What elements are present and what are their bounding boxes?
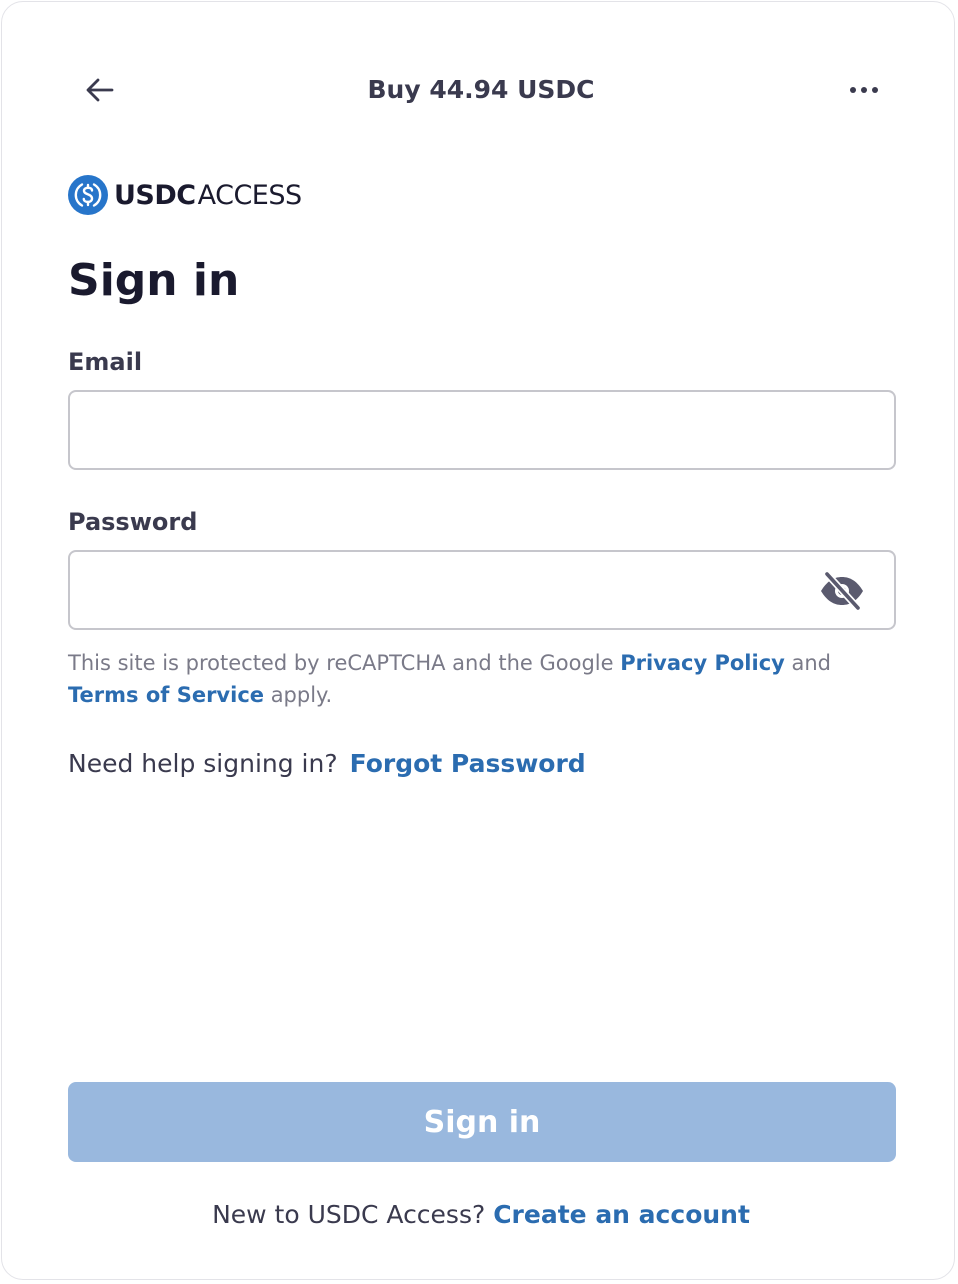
more-options-button[interactable] <box>842 74 886 106</box>
help-text: Need help signing in? <box>68 749 338 778</box>
header-title: Buy 44.94 USDC <box>367 75 595 104</box>
page-title: Sign in <box>68 255 240 306</box>
forgot-password-link[interactable]: Forgot Password <box>350 749 586 778</box>
footer-text: New to USDC Access? <box>212 1200 494 1229</box>
recaptcha-notice: This site is protected by reCAPTCHA and … <box>68 647 888 711</box>
help-row: Need help signing in? Forgot Password <box>68 746 586 782</box>
logo-wordmark: USDCACCESS <box>114 180 302 211</box>
email-field[interactable] <box>68 390 896 470</box>
recaptcha-middle: and <box>784 651 832 675</box>
logo-text-access: ACCESS <box>197 179 303 211</box>
password-field[interactable] <box>68 550 896 630</box>
usdc-coin-icon <box>68 175 108 215</box>
logo-text-usdc: USDC <box>114 179 196 211</box>
recaptcha-prefix: This site is protected by reCAPTCHA and … <box>68 651 621 675</box>
usdc-access-logo: USDCACCESS <box>68 174 302 216</box>
eye-off-icon <box>821 571 863 611</box>
recaptcha-suffix: apply. <box>264 683 333 707</box>
password-label: Password <box>68 508 198 536</box>
sign-in-button[interactable]: Sign in <box>68 1082 896 1162</box>
privacy-policy-link[interactable]: Privacy Policy <box>620 651 785 675</box>
toggle-password-visibility-button[interactable] <box>814 567 870 615</box>
more-horizontal-icon <box>850 87 878 93</box>
create-account-link[interactable]: Create an account <box>493 1200 750 1229</box>
footer-signup-row: New to USDC Access? Create an account <box>2 1197 958 1233</box>
widget-frame: Buy 44.94 USDC USDCACCESS Sign in Email … <box>1 1 955 1280</box>
terms-of-service-link[interactable]: Terms of Service <box>68 683 264 707</box>
email-label: Email <box>68 348 143 376</box>
